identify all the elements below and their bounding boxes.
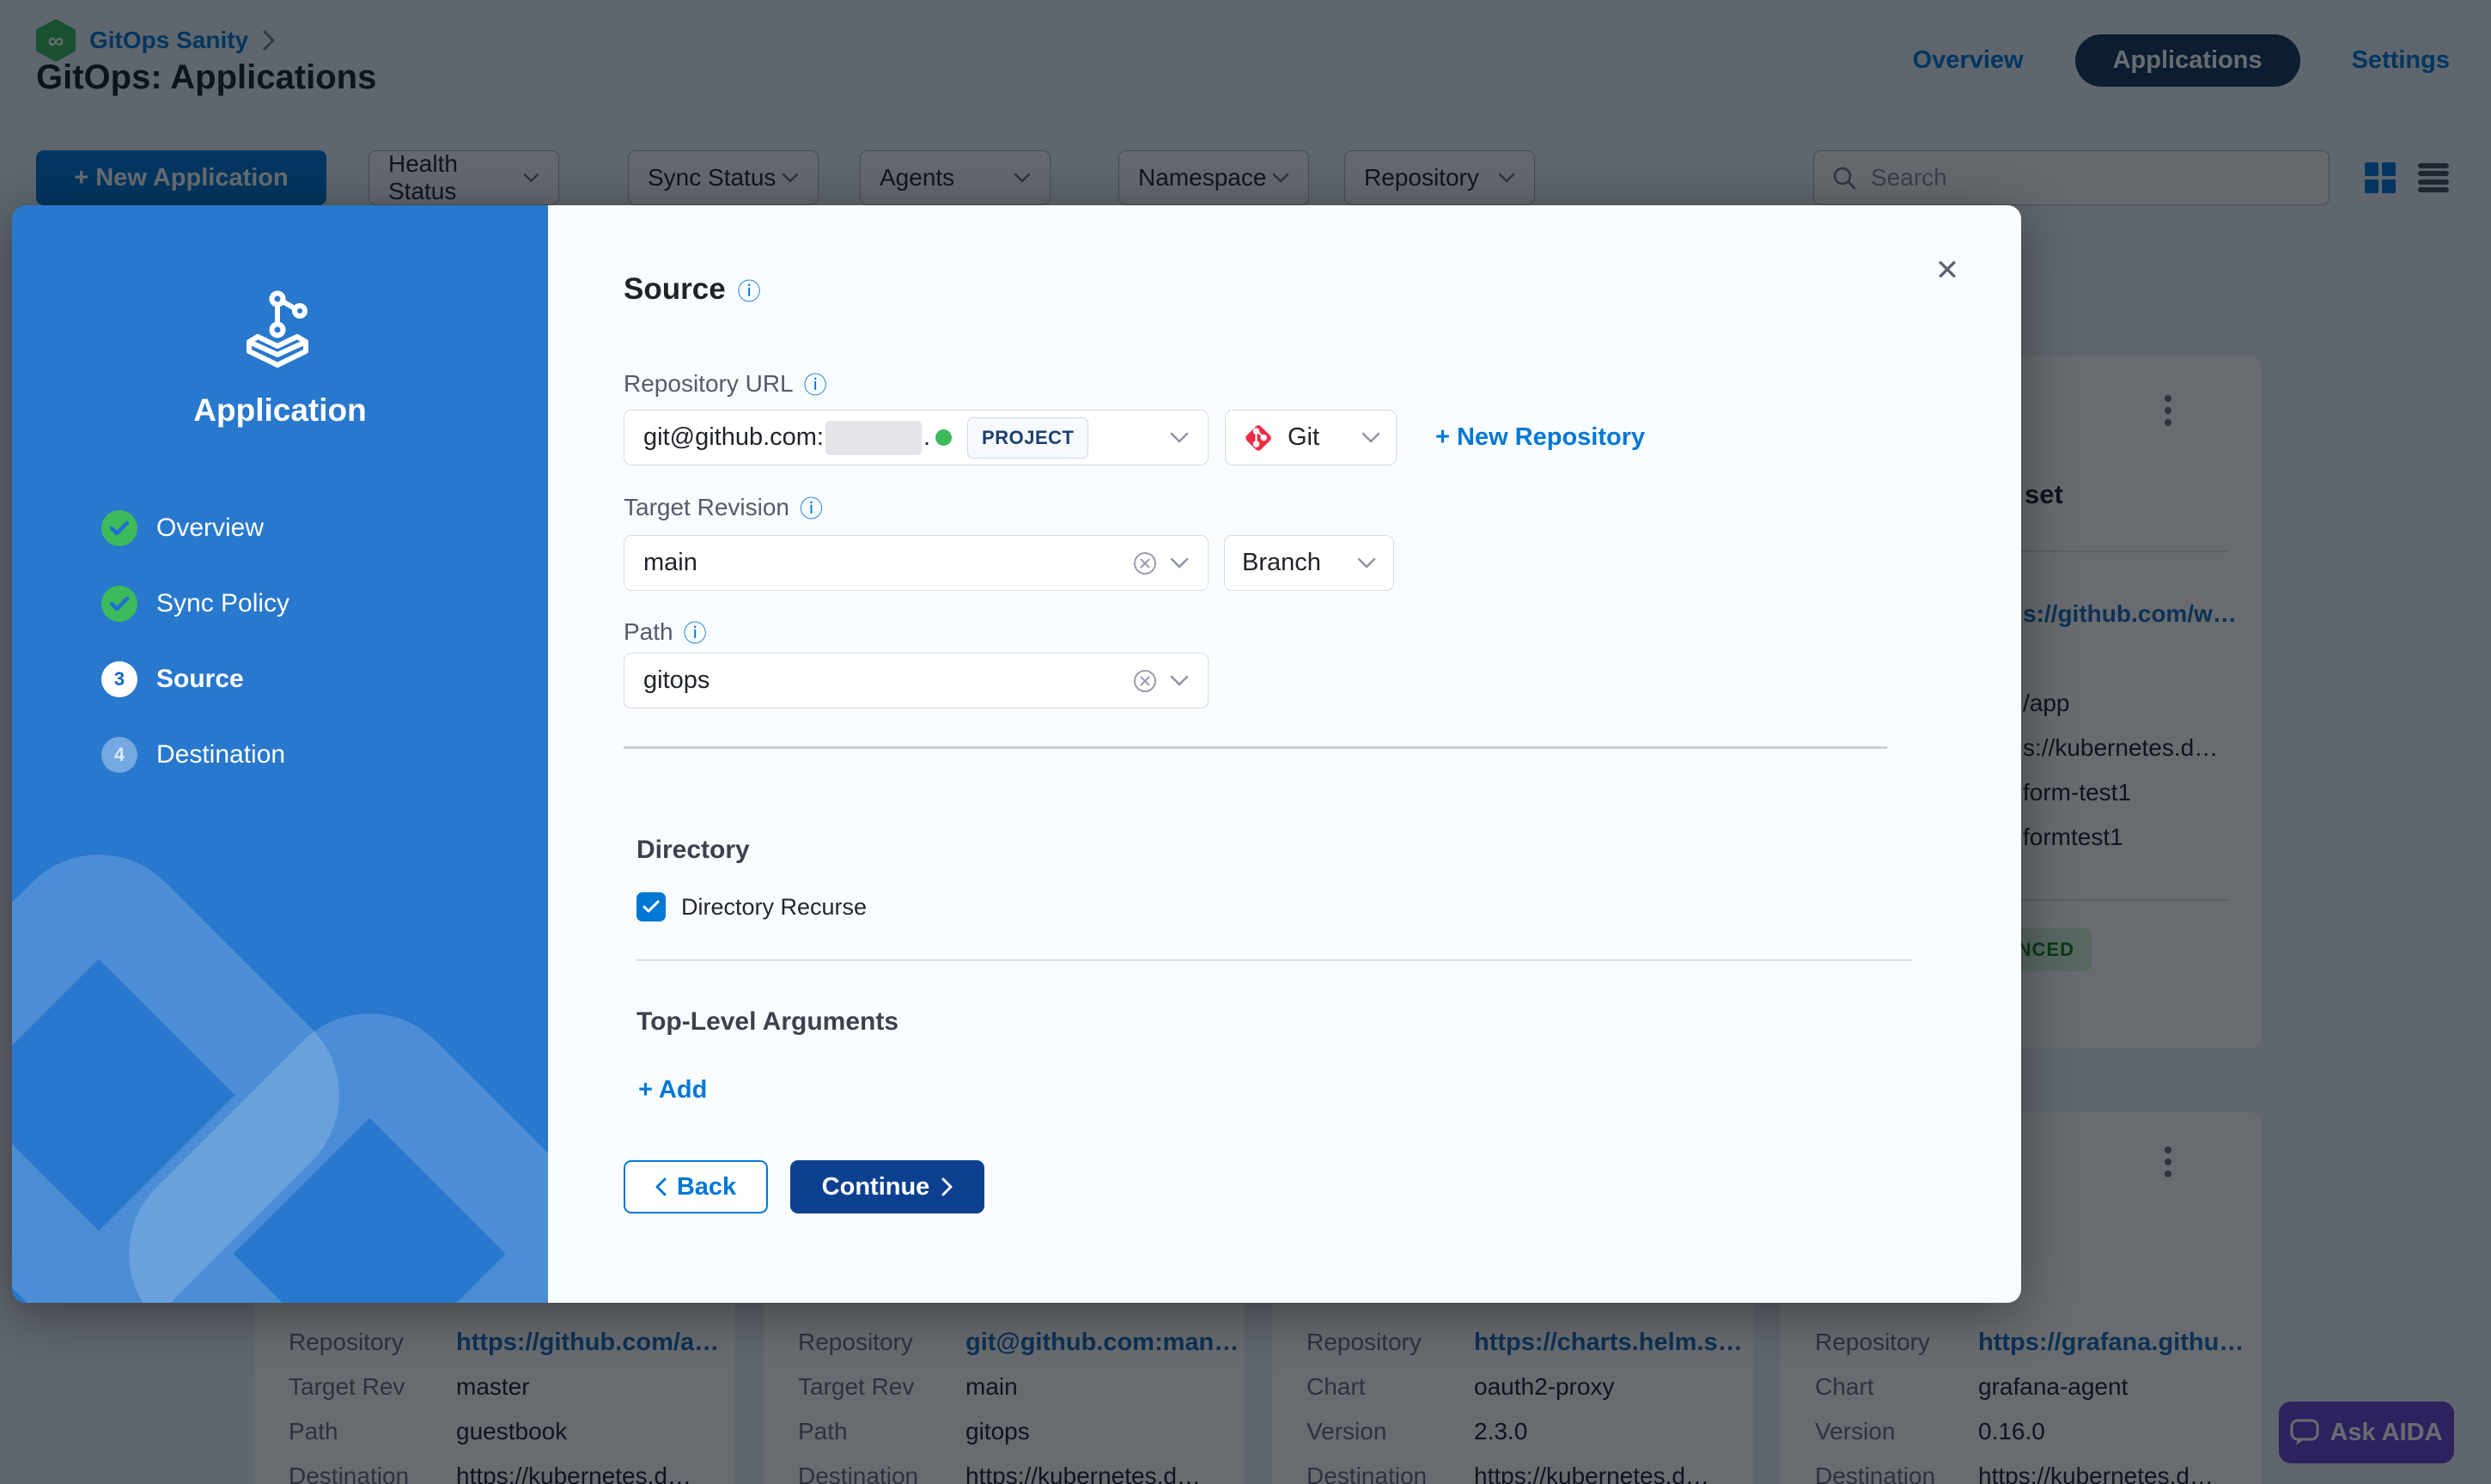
repo-url-suffix: .	[923, 423, 930, 452]
close-icon[interactable]: ✕	[1928, 252, 1966, 289]
clear-icon[interactable]	[1132, 550, 1158, 576]
chevron-left-icon	[655, 1177, 667, 1196]
section-divider	[624, 746, 1887, 749]
chevron-down-icon[interactable]	[1170, 432, 1189, 443]
revision-type-select[interactable]: Branch	[1224, 535, 1394, 591]
path-value	[643, 666, 1120, 695]
directory-recurse-row: Directory Recurse	[636, 892, 867, 921]
repo-type-select[interactable]: Git	[1225, 410, 1397, 465]
chevron-down-icon[interactable]	[1170, 557, 1189, 569]
top-level-arguments-heading: Top-Level Arguments	[636, 1007, 898, 1037]
chevron-right-icon	[941, 1177, 953, 1196]
step-label: Source	[156, 665, 244, 694]
repo-type-value: Git	[1288, 423, 1319, 452]
back-label: Back	[677, 1173, 736, 1201]
step-source[interactable]: 3 Source	[101, 660, 289, 698]
info-icon[interactable]: ⓘ	[800, 490, 823, 524]
wizard-title: Application	[12, 392, 548, 429]
step-label: Destination	[156, 740, 285, 769]
target-revision-input[interactable]	[624, 535, 1209, 591]
section-divider	[636, 959, 1912, 961]
continue-button[interactable]: Continue	[790, 1160, 984, 1213]
redacted-text	[825, 421, 922, 455]
chevron-down-icon[interactable]	[1361, 432, 1380, 443]
add-argument-link[interactable]: + Add	[638, 1076, 707, 1104]
step-done-icon	[101, 510, 137, 546]
step-destination[interactable]: 4 Destination	[101, 736, 289, 774]
step-sync-policy[interactable]: Sync Policy	[101, 585, 289, 623]
directory-recurse-checkbox[interactable]	[636, 892, 666, 921]
repository-url-select[interactable]: git@github.com: . PROJECT	[624, 410, 1209, 465]
target-revision-label: Target Revision ⓘ	[624, 490, 823, 524]
source-section-title: Source ⓘ	[624, 272, 761, 307]
new-repository-link[interactable]: + New Repository	[1435, 423, 1645, 452]
step-label: Sync Policy	[156, 589, 289, 618]
info-icon[interactable]: ⓘ	[738, 273, 761, 307]
step-overview[interactable]: Overview	[101, 509, 289, 547]
continue-label: Continue	[822, 1173, 930, 1201]
wizard-sidebar: Application Overview Sync Policy 3 So	[12, 205, 548, 1303]
screen: ∞ GitOps Sanity GitOps: Applications Ove…	[0, 0, 2491, 1484]
info-icon[interactable]: ⓘ	[804, 367, 827, 400]
directory-recurse-label: Directory Recurse	[681, 894, 867, 921]
chevron-down-icon[interactable]	[1357, 557, 1376, 569]
path-input[interactable]	[624, 653, 1209, 709]
wizard-content: ✕ Source ⓘ Repository URL ⓘ git@github.c…	[548, 205, 2021, 1303]
path-label: Path ⓘ	[624, 615, 707, 648]
git-icon	[1241, 421, 1276, 455]
clear-icon[interactable]	[1132, 668, 1158, 694]
chevron-down-icon[interactable]	[1170, 675, 1189, 686]
repository-url-label: Repository URL ⓘ	[624, 367, 827, 400]
wizard-steps: Overview Sync Policy 3 Source 4 Destinat…	[101, 509, 289, 774]
scope-badge: PROJECT	[967, 417, 1088, 459]
back-button[interactable]: Back	[624, 1160, 768, 1213]
step-label: Overview	[156, 514, 264, 543]
step-number-icon: 4	[101, 737, 137, 773]
step-number-icon: 3	[101, 661, 137, 697]
source-title-text: Source	[624, 272, 726, 307]
directory-heading: Directory	[636, 836, 750, 865]
new-application-wizard-modal: Application Overview Sync Policy 3 So	[12, 205, 2021, 1303]
connection-status-dot	[935, 429, 952, 446]
info-icon[interactable]: ⓘ	[684, 615, 707, 648]
target-revision-value	[643, 549, 1120, 577]
repo-url-prefix: git@github.com:	[643, 423, 824, 452]
step-done-icon	[101, 586, 137, 622]
revision-type-value: Branch	[1242, 549, 1321, 577]
application-icon	[237, 288, 323, 374]
